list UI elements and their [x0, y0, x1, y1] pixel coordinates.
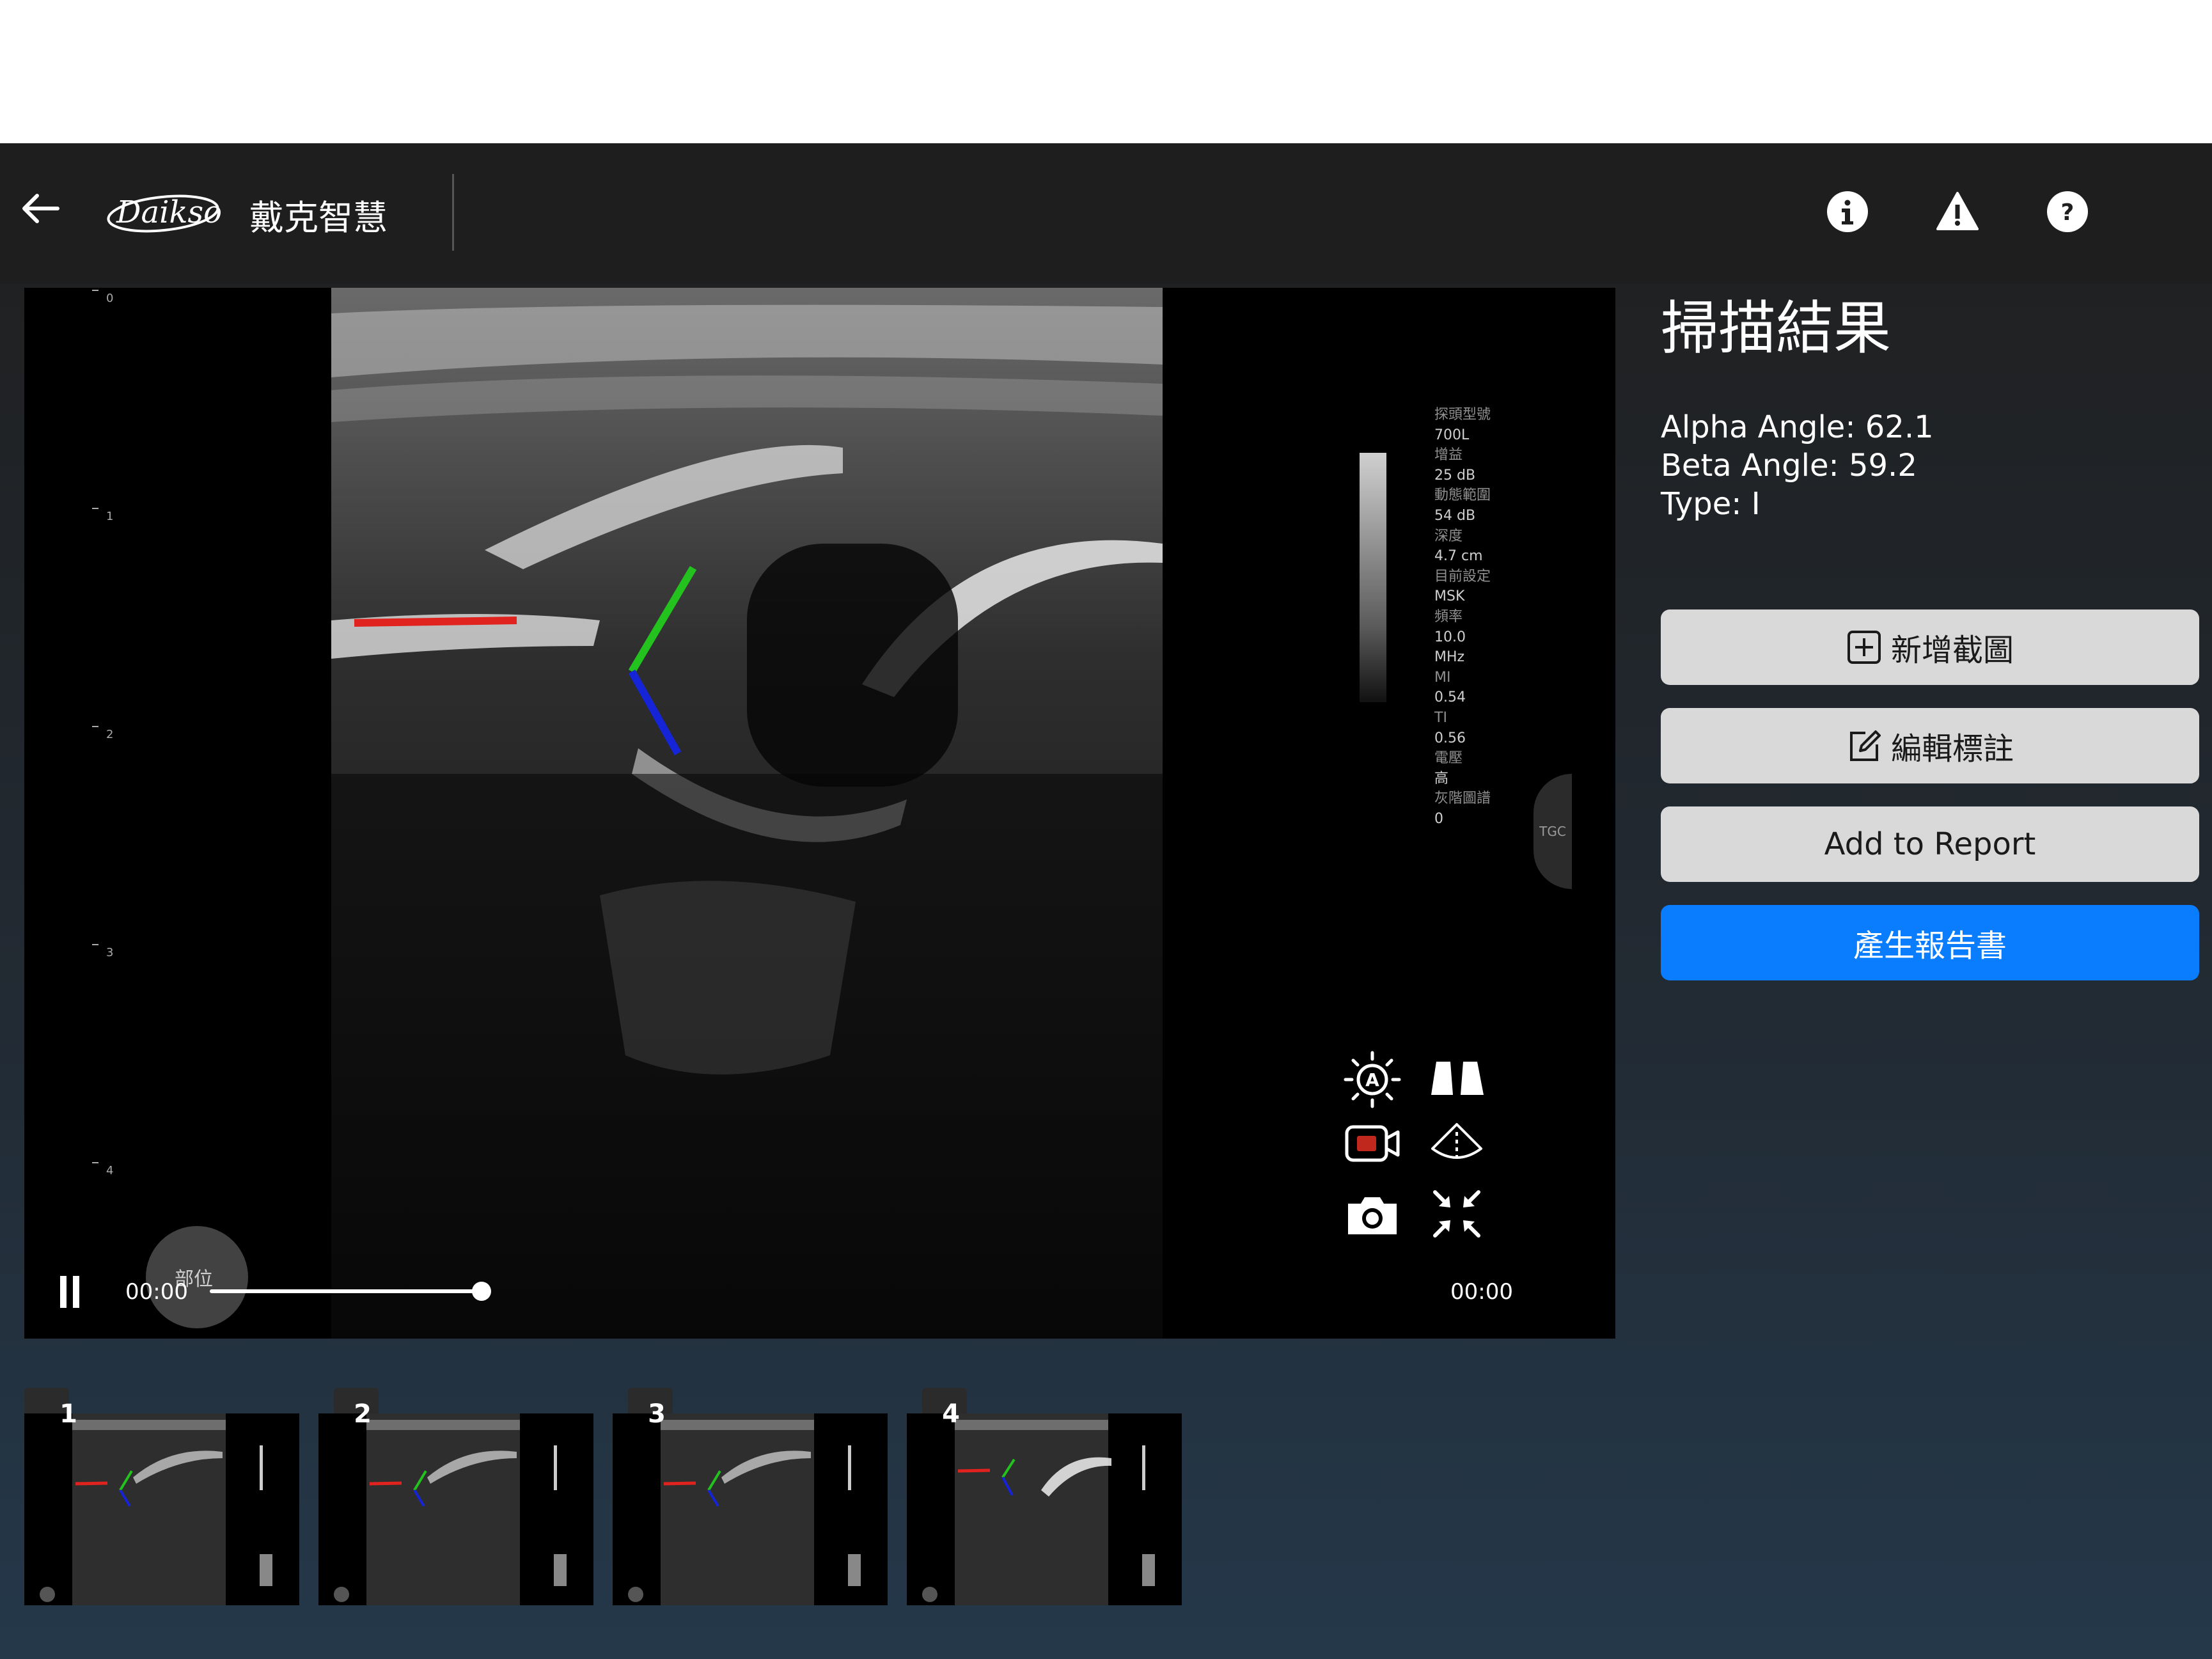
thumbnail-image[interactable] [24, 1413, 299, 1605]
current-time: 00:00 [125, 1279, 188, 1305]
add-to-report-label: Add to Report [1824, 826, 2036, 862]
param-label: 增益 [1434, 447, 1463, 464]
pause-icon [60, 1276, 67, 1308]
param-value: 4.7 cm [1434, 548, 1483, 565]
thumbnail-image[interactable] [318, 1413, 593, 1605]
param-label: 目前設定 [1434, 568, 1491, 585]
add-screenshot-label: 新增截圖 [1890, 633, 2014, 668]
plus-square-icon [1847, 631, 1881, 664]
thumbnail-image[interactable] [613, 1413, 888, 1605]
status-area [0, 0, 2212, 143]
param-value: 高 [1434, 770, 1449, 787]
param-label: 動態範圍 [1434, 487, 1491, 504]
camera-icon[interactable] [1342, 1183, 1403, 1245]
param-label: MI [1434, 669, 1451, 686]
param-value: 700L [1434, 427, 1470, 443]
back-arrow-icon[interactable] [18, 185, 64, 232]
svg-text:Daikso: Daikso [116, 194, 222, 230]
sector-scan-icon[interactable] [1426, 1113, 1487, 1174]
thumbnail-number: 4 [942, 1399, 960, 1429]
record-video-icon[interactable] [1342, 1113, 1403, 1174]
generate-report-button[interactable]: 產生報告書 [1661, 905, 2199, 980]
pause-icon [73, 1276, 79, 1308]
baseline-line [354, 617, 517, 627]
help-icon[interactable]: ? [2046, 191, 2089, 233]
alpha-angle: Alpha Angle: 62.1 [1661, 409, 1934, 445]
total-time: 00:00 [1450, 1279, 1513, 1305]
depth-tick: 2 [106, 728, 113, 741]
thumbnail-preview [922, 1413, 1155, 1605]
param-label: 電壓 [1434, 750, 1463, 767]
thumbnail-preview [40, 1413, 272, 1605]
depth-tick: 3 [106, 946, 113, 959]
tgc-handle[interactable]: TGC [1533, 774, 1572, 889]
param-value: 10.0 [1434, 629, 1466, 645]
beta-angle: Beta Angle: 59.2 [1661, 448, 1917, 484]
warning-icon[interactable] [1936, 191, 1979, 233]
svg-text:?: ? [2061, 200, 2075, 226]
generate-report-label: 產生報告書 [1853, 928, 2007, 964]
add-screenshot-button[interactable]: 新增截圖 [1661, 609, 2199, 685]
thumbnail-preview [628, 1413, 861, 1605]
depth-tick: 4 [106, 1164, 113, 1177]
param-label: 灰階圖譜 [1434, 790, 1491, 807]
info-icon[interactable] [1826, 191, 1869, 233]
param-value: MSK [1434, 588, 1465, 605]
edit-icon [1849, 730, 1881, 761]
scan-results: Alpha Angle: 62.1 Beta Angle: 59.2 Type:… [1661, 408, 1934, 523]
brand-name: 戴克智慧 [249, 198, 388, 238]
page-title: 掃描結果 [1661, 295, 1891, 362]
param-label: 深度 [1434, 528, 1463, 544]
add-to-report-button[interactable]: Add to Report [1661, 806, 2199, 882]
thumbnail-number: 3 [648, 1399, 666, 1429]
scan-parameters: 探頭型號 700L 增益 25 dB 動態範圍 54 dB 深度 4.7 cm … [1434, 405, 1518, 829]
thumbnail-number: 1 [59, 1399, 77, 1429]
param-value: 0.54 [1434, 689, 1466, 706]
depth-scale: 0 1 2 3 4 [92, 290, 113, 1177]
param-label: 探頭型號 [1434, 407, 1491, 423]
daikso-logo: Daikso [107, 194, 222, 233]
depth-tick: 0 [106, 292, 113, 305]
depth-tick: 1 [106, 510, 113, 523]
navbar-divider [452, 174, 454, 251]
thumbnail-preview [334, 1413, 567, 1605]
edit-annotation-label: 編輯標註 [1890, 731, 2014, 767]
grayscale-bar [1360, 453, 1386, 702]
svg-text:A: A [1365, 1069, 1379, 1090]
param-value: 0 [1434, 810, 1443, 827]
playback-track[interactable] [210, 1289, 478, 1293]
param-value: 25 dB [1434, 467, 1476, 484]
ultrasound-viewer[interactable]: 0 1 2 3 4 探頭型號 700L 增益 25 dB 動態範圍 54 dB … [24, 288, 1615, 1339]
pause-button[interactable] [58, 1276, 83, 1308]
playback-slider-knob[interactable] [472, 1282, 491, 1301]
param-value: MHz [1434, 649, 1465, 666]
thumbnail-image[interactable] [907, 1413, 1182, 1605]
auto-brightness-icon[interactable]: A [1342, 1049, 1403, 1110]
param-label: 頻率 [1434, 608, 1463, 625]
dual-view-icon[interactable] [1426, 1049, 1487, 1110]
param-label: TI [1434, 709, 1447, 726]
param-value: 0.56 [1434, 730, 1466, 746]
ultrasound-image [331, 288, 1163, 1339]
edit-annotation-button[interactable]: 編輯標註 [1661, 708, 2199, 783]
param-value: 54 dB [1434, 507, 1476, 524]
thumbnail-number: 2 [354, 1399, 372, 1429]
hip-type: Type: I [1661, 486, 1761, 522]
exit-fullscreen-icon[interactable] [1426, 1183, 1487, 1245]
